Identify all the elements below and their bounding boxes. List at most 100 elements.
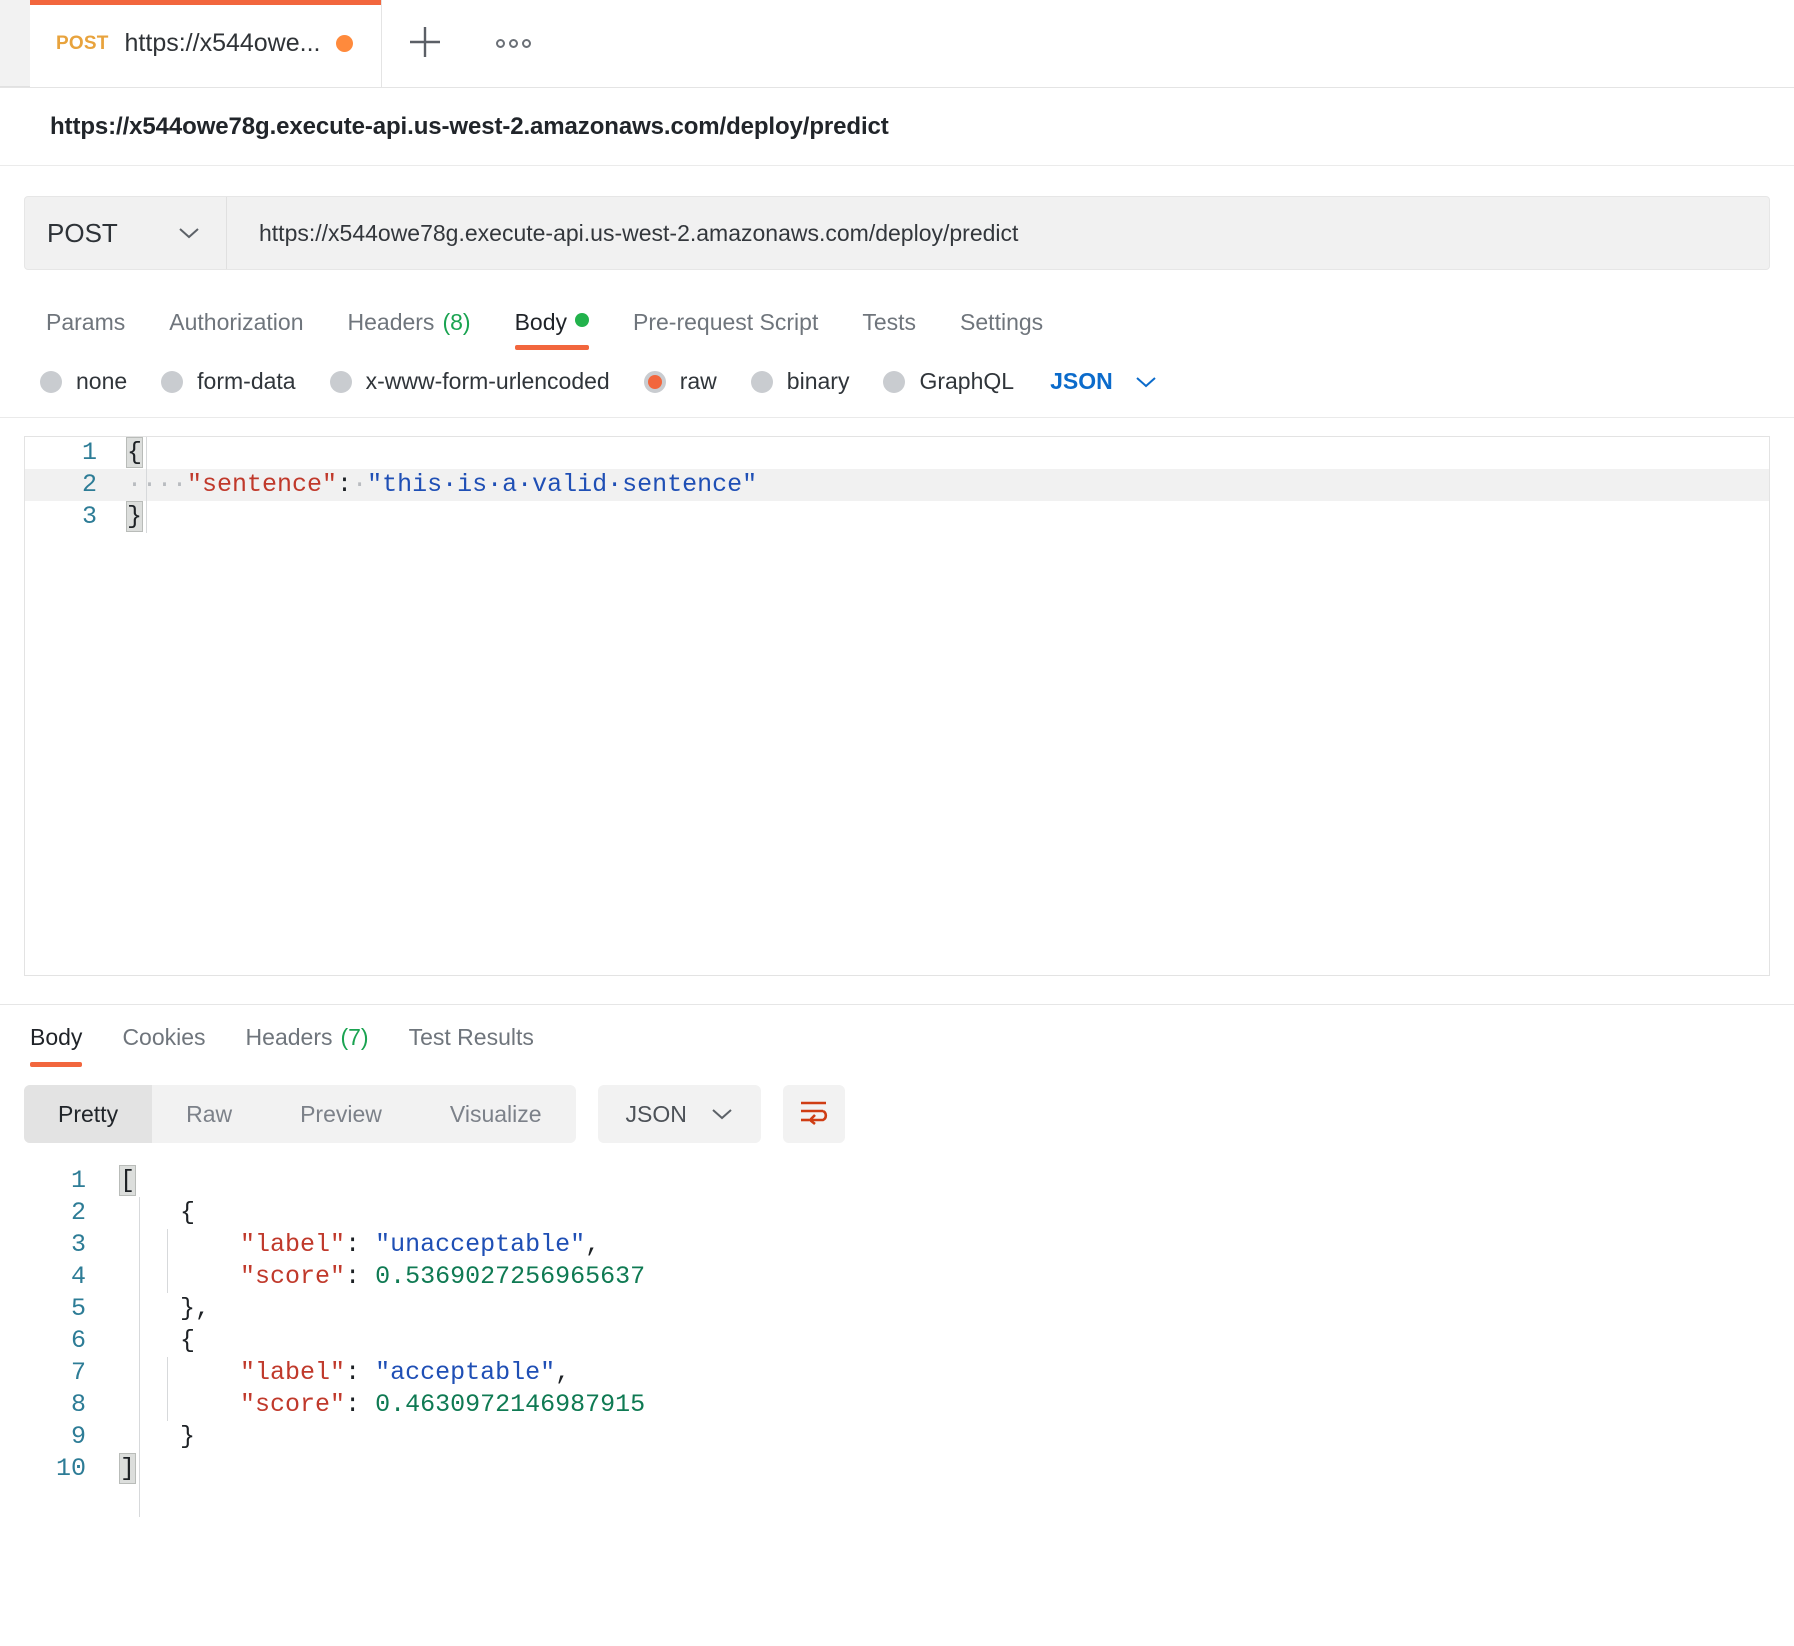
response-view-label: Visualize: [450, 1101, 542, 1128]
response-view-pretty[interactable]: Pretty: [24, 1085, 152, 1143]
tab-method-label: POST: [56, 33, 109, 55]
code-line-text: "score": 0.4630972146987915: [110, 1389, 645, 1421]
code-line-text: "score": 0.5369027256965637: [110, 1261, 645, 1293]
code-line: 9 }: [0, 1421, 1794, 1453]
request-tab-tests[interactable]: Tests: [840, 309, 938, 350]
response-format-value: JSON: [626, 1101, 687, 1128]
body-mode-label: form-data: [197, 368, 295, 395]
request-tab-params[interactable]: Params: [24, 309, 147, 350]
chevron-down-icon: [711, 1107, 733, 1121]
code-line: 10]: [0, 1453, 1794, 1485]
request-url-row: POST https://x544owe78g.execute-api.us-w…: [24, 196, 1770, 270]
response-tab-body[interactable]: Body: [10, 1024, 102, 1067]
line-number: 1: [25, 437, 117, 469]
request-title-bar: https://x544owe78g.execute-api.us-west-2…: [0, 88, 1794, 166]
code-token: [120, 1230, 240, 1259]
request-body-editor[interactable]: 1{2····"sentence":·"this·is·a·valid·sent…: [24, 436, 1770, 976]
code-line: 3 "label": "unacceptable",: [0, 1229, 1794, 1261]
response-tab-label: Body: [30, 1024, 82, 1051]
response-view-preview[interactable]: Preview: [266, 1085, 416, 1143]
response-format-select[interactable]: JSON: [598, 1085, 761, 1143]
code-token: [120, 1390, 240, 1419]
code-line-text: {: [110, 1197, 195, 1229]
code-line: 2 {: [0, 1197, 1794, 1229]
body-mode-raw[interactable]: raw: [628, 368, 735, 395]
tab-title-label: https://x544owe...: [125, 29, 321, 58]
tab-options-button[interactable]: [468, 0, 558, 87]
body-mode-form-data[interactable]: form-data: [145, 368, 313, 395]
request-tab-authorization[interactable]: Authorization: [147, 309, 325, 350]
body-format-select[interactable]: JSON: [1050, 368, 1157, 395]
code-line: 1[: [0, 1165, 1794, 1197]
radio-button-icon[interactable]: [751, 371, 773, 393]
response-view-label: Preview: [300, 1101, 382, 1128]
http-method-value: POST: [47, 218, 118, 249]
line-number: 2: [25, 469, 117, 501]
code-token: {: [120, 1326, 195, 1355]
code-token: [120, 1358, 240, 1387]
response-toolbar: PrettyRaw Preview Visualize JSON: [0, 1067, 1794, 1153]
code-line-text: ]: [110, 1453, 135, 1485]
line-number: 9: [0, 1421, 110, 1453]
line-number: 1: [0, 1165, 110, 1197]
request-tab-settings[interactable]: Settings: [938, 309, 1065, 350]
code-line: 6 {: [0, 1325, 1794, 1357]
body-mode-label: x-www-form-urlencoded: [366, 368, 610, 395]
url-input[interactable]: https://x544owe78g.execute-api.us-west-2…: [227, 197, 1769, 269]
response-tab-headers[interactable]: Headers(7): [226, 1024, 389, 1067]
body-mode-graphql[interactable]: GraphQL: [867, 368, 1032, 395]
code-token: "label": [240, 1230, 345, 1259]
body-mode-label: GraphQL: [919, 368, 1014, 395]
request-tab-headers[interactable]: Headers(8): [326, 309, 493, 350]
line-number: 3: [25, 501, 117, 533]
radio-button-icon[interactable]: [883, 371, 905, 393]
tab-strip-lead-spacer: [0, 0, 30, 87]
response-body-code[interactable]: 1[2 {3 "label": "unacceptable",4 "score"…: [0, 1165, 1794, 1485]
code-token: "unacceptable": [375, 1230, 585, 1259]
code-token: },: [120, 1294, 210, 1323]
body-format-value: JSON: [1050, 368, 1113, 395]
body-mode-x-www-form-urlencoded[interactable]: x-www-form-urlencoded: [314, 368, 628, 395]
request-tab-label: Pre-request Script: [633, 309, 818, 336]
response-view-raw[interactable]: Raw: [152, 1085, 266, 1143]
unsaved-indicator-icon: [336, 35, 353, 52]
url-input-value: https://x544owe78g.execute-api.us-west-2…: [259, 220, 1018, 247]
body-mode-label: none: [76, 368, 127, 395]
request-tab-active[interactable]: POST https://x544owe...: [30, 0, 382, 87]
body-present-indicator-icon: [575, 313, 589, 327]
body-mode-binary[interactable]: binary: [735, 368, 868, 395]
radio-button-icon[interactable]: [40, 371, 62, 393]
response-tab-test-results[interactable]: Test Results: [389, 1024, 554, 1067]
code-line: 3}: [25, 501, 1769, 533]
editor-indent-guide: [146, 437, 147, 533]
response-body-viewer[interactable]: 1[2 {3 "label": "unacceptable",4 "score"…: [0, 1165, 1794, 1525]
radio-button-icon[interactable]: [330, 371, 352, 393]
active-tab-underline: [30, 1062, 82, 1067]
line-number: 8: [0, 1389, 110, 1421]
tab-strip: POST https://x544owe...: [0, 0, 1794, 88]
request-tab-label: Params: [46, 309, 125, 336]
response-tab-cookies[interactable]: Cookies: [102, 1024, 225, 1067]
more-horizontal-icon: [496, 39, 531, 48]
request-body-code[interactable]: 1{2····"sentence":·"this·is·a·valid·sent…: [25, 437, 1769, 533]
code-line-text: "label": "unacceptable",: [110, 1229, 600, 1261]
response-indent-guide-3: [167, 1357, 168, 1421]
request-tab-label: Settings: [960, 309, 1043, 336]
code-line-text: }: [110, 1421, 195, 1453]
radio-button-icon[interactable]: [161, 371, 183, 393]
response-view-visualize[interactable]: Visualize: [416, 1085, 576, 1143]
http-method-select[interactable]: POST: [25, 197, 227, 269]
code-token: "score": [240, 1390, 345, 1419]
code-token: 0.4630972146987915: [375, 1390, 645, 1419]
radio-button-icon[interactable]: [644, 371, 666, 393]
body-mode-none[interactable]: none: [24, 368, 145, 395]
word-wrap-toggle-button[interactable]: [783, 1085, 845, 1143]
new-tab-button[interactable]: [382, 0, 468, 87]
code-line-text: [: [110, 1165, 135, 1197]
word-wrap-icon: [797, 1097, 831, 1132]
code-line: 4 "score": 0.5369027256965637: [0, 1261, 1794, 1293]
request-tab-pre-request-script[interactable]: Pre-request Script: [611, 309, 840, 350]
code-token: ]: [120, 1454, 135, 1483]
request-tab-body[interactable]: Body: [493, 309, 611, 350]
response-indent-guide-2: [167, 1229, 168, 1293]
